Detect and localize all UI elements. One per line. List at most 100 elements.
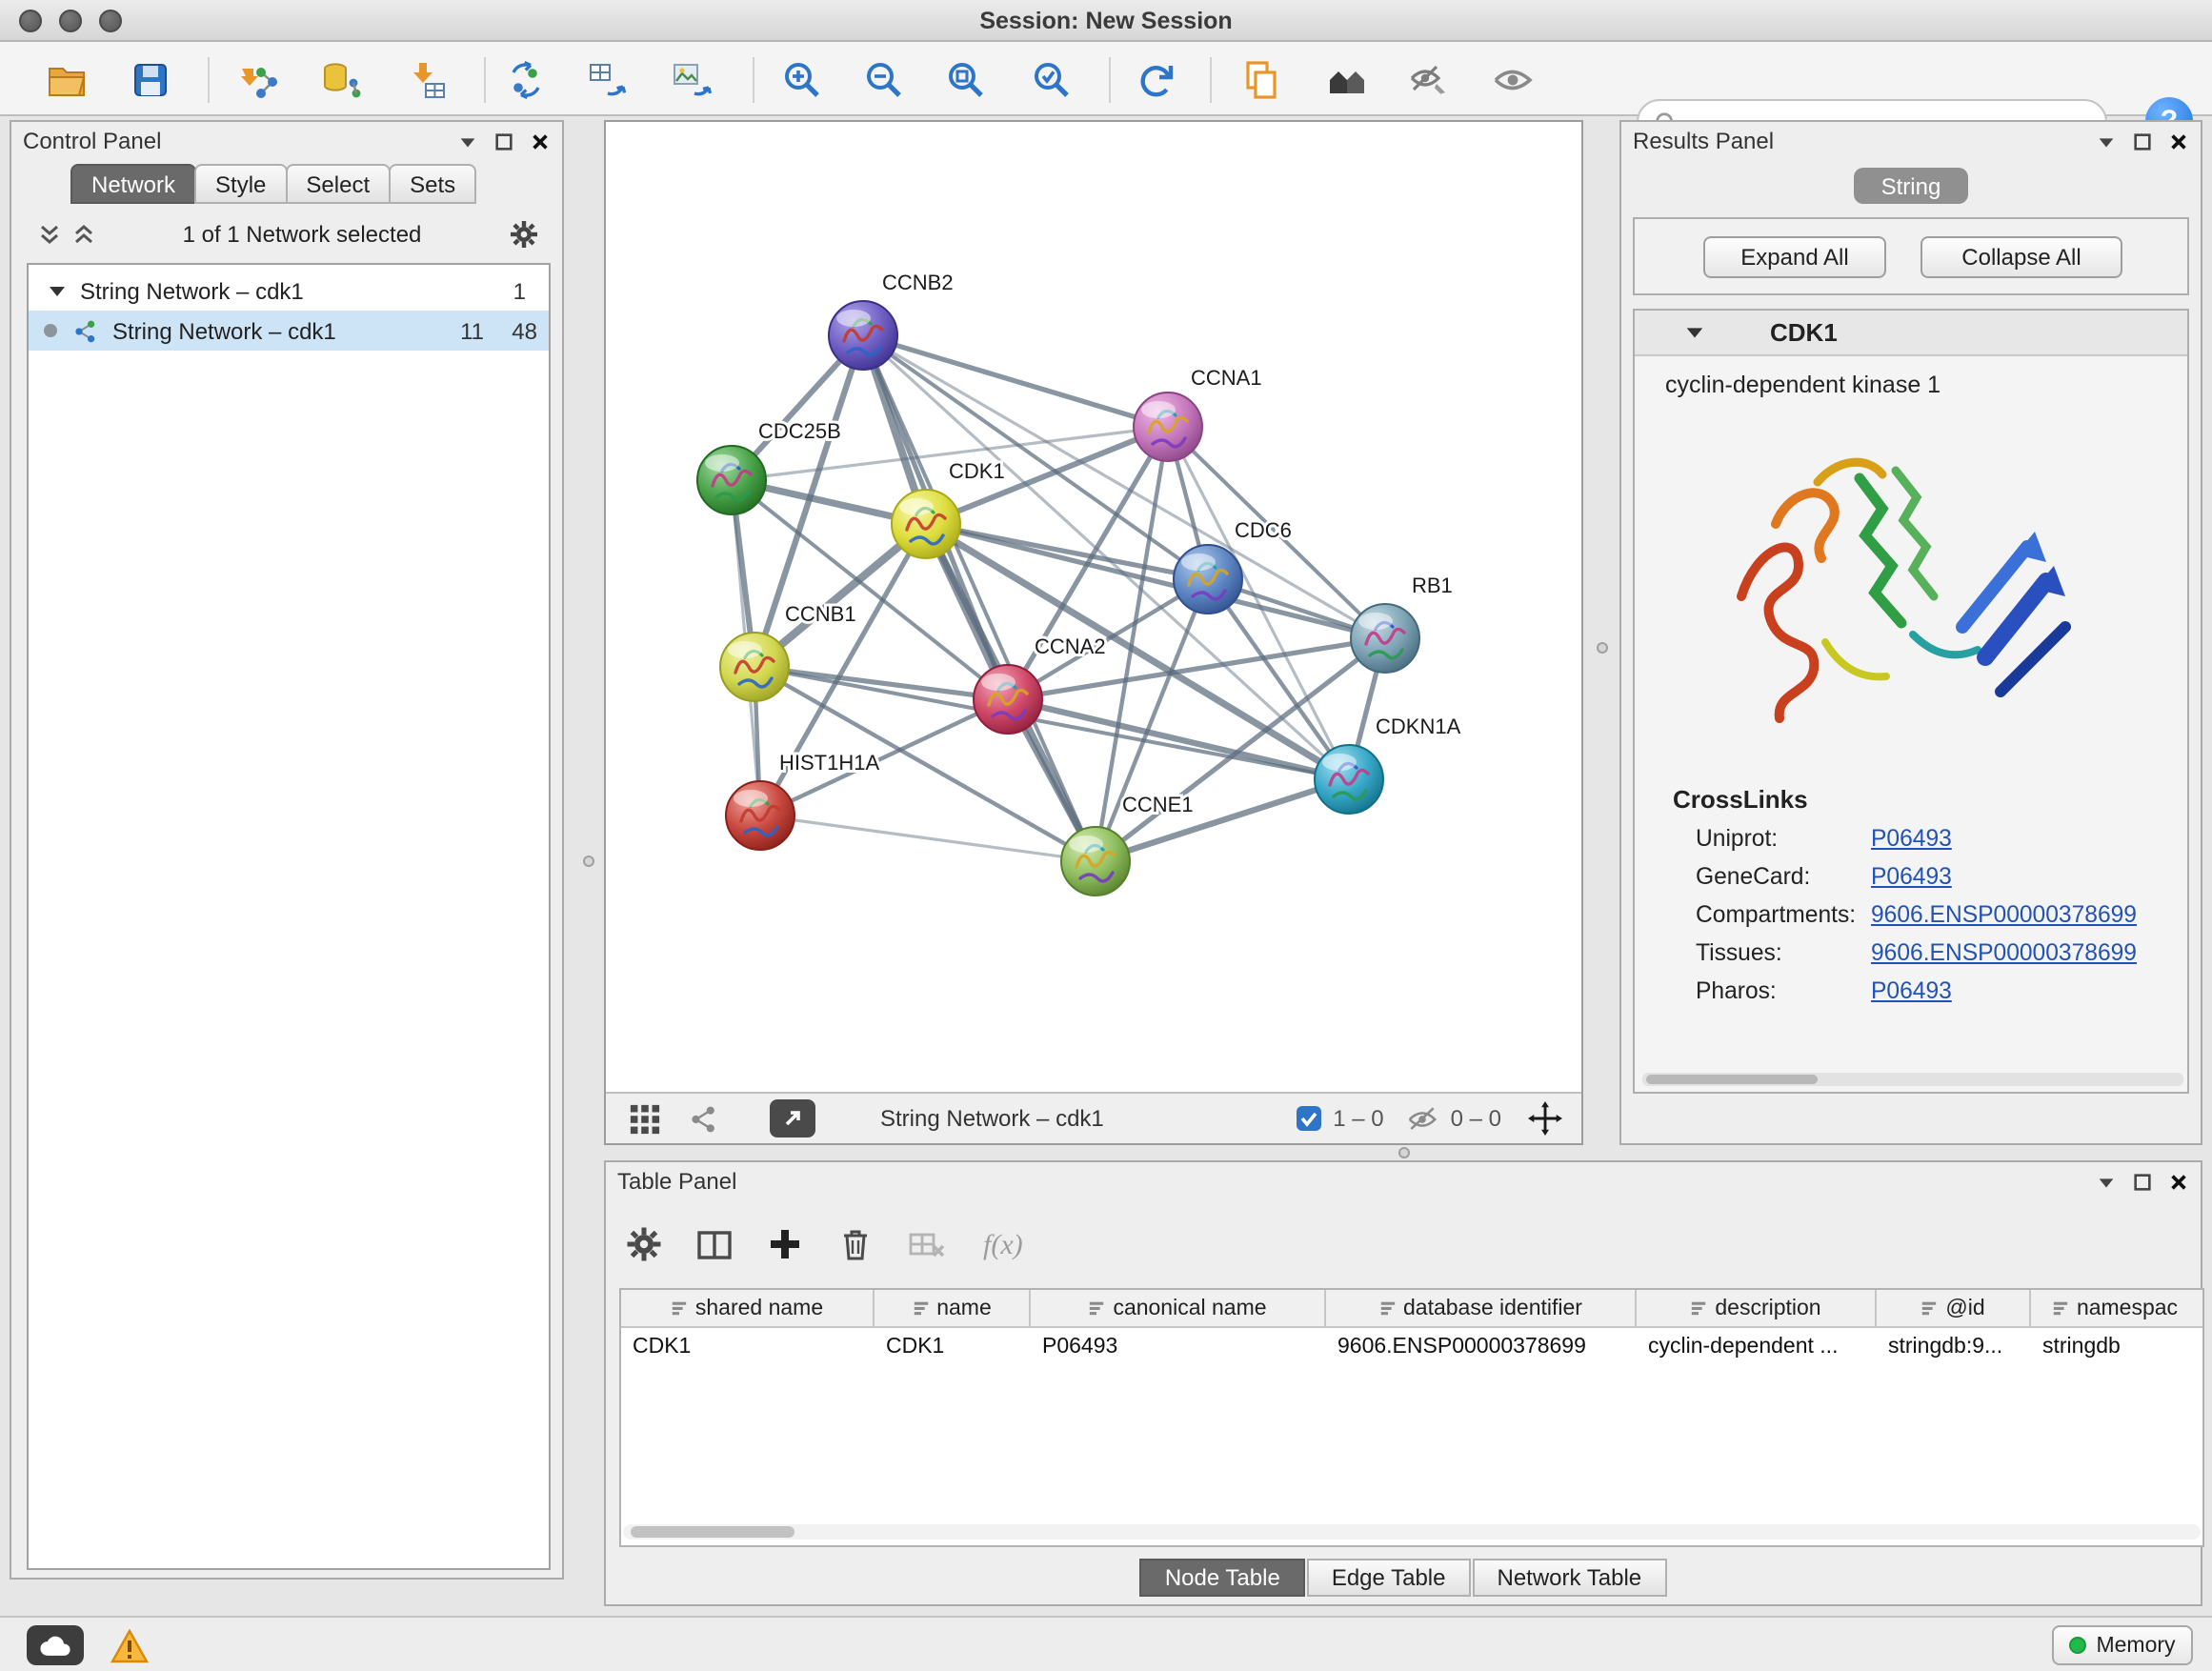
splitter-handle[interactable] <box>1597 642 1608 654</box>
column-header[interactable]: @id <box>1877 1290 2031 1326</box>
zoom-in-button[interactable] <box>777 55 827 105</box>
column-header[interactable]: canonical name <box>1031 1290 1326 1326</box>
delete-table-icon[interactable] <box>907 1225 949 1263</box>
results-hscrollbar[interactable] <box>1642 1073 2183 1086</box>
tab-style[interactable]: Style <box>194 164 287 204</box>
panel-menu-icon[interactable] <box>457 131 478 151</box>
edge-CCNB2-CCNE1[interactable] <box>863 335 1096 861</box>
tab-edge-table[interactable]: Edge Table <box>1307 1559 1471 1597</box>
panel-menu-icon[interactable] <box>2096 131 2117 151</box>
memory-button[interactable]: Memory <box>2052 1625 2193 1665</box>
tab-network-table[interactable]: Network Table <box>1473 1559 1667 1597</box>
panel-float-icon[interactable] <box>2132 1171 2153 1192</box>
network-graph[interactable]: CCNB2CCNA1CDC25BCDK1CDC6RB1CCNB1CCNA2CDK… <box>606 122 1581 1092</box>
window-zoom-button[interactable] <box>99 10 122 32</box>
table-settings-gear-icon[interactable] <box>625 1225 663 1263</box>
network-collection-row[interactable]: String Network – cdk1 1 <box>29 271 549 311</box>
network-row-selected[interactable]: String Network – cdk1 11 48 <box>29 311 549 351</box>
tab-string[interactable]: String <box>1854 168 1968 204</box>
window-minimize-button[interactable] <box>59 10 82 32</box>
add-column-icon[interactable] <box>766 1225 804 1263</box>
hide-selected-button[interactable] <box>1404 55 1454 105</box>
network-tree: String Network – cdk1 1 String Network –… <box>27 263 551 1570</box>
delete-column-trash-icon[interactable] <box>836 1225 875 1263</box>
show-graphics-details-button[interactable] <box>1488 55 1538 105</box>
tab-select[interactable]: Select <box>285 164 391 204</box>
zoom-out-button[interactable] <box>859 55 909 105</box>
column-header[interactable]: description <box>1637 1290 1877 1326</box>
duplicate-page-button[interactable] <box>1237 55 1286 105</box>
table-panel-title: Table Panel <box>617 1168 736 1195</box>
crosslink-link[interactable]: P06493 <box>1871 977 1952 1004</box>
panel-float-icon[interactable] <box>493 131 514 151</box>
table-row[interactable]: CDK1 CDK1 P06493 9606.ENSP00000378699 cy… <box>621 1328 2202 1366</box>
crosslink-link[interactable]: 9606.ENSP00000378699 <box>1871 901 2137 928</box>
panel-float-icon[interactable] <box>2132 131 2153 151</box>
detach-view-button[interactable] <box>770 1099 815 1137</box>
warnings-button[interactable] <box>107 1625 152 1665</box>
tree-disclosure-icon[interactable] <box>48 281 67 300</box>
panel-close-icon[interactable] <box>530 131 551 151</box>
expand-all-icon[interactable] <box>72 223 95 246</box>
tab-network[interactable]: Network <box>70 164 196 204</box>
cloud-status-button[interactable] <box>27 1625 84 1665</box>
crosslink-link[interactable]: P06493 <box>1871 863 1952 890</box>
crosslink-link[interactable]: P06493 <box>1871 825 1952 852</box>
column-header[interactable]: namespac <box>2031 1290 2199 1326</box>
table-hscroll-thumb[interactable] <box>631 1526 794 1538</box>
window-close-button[interactable] <box>19 10 42 32</box>
import-network-file-button[interactable] <box>234 55 284 105</box>
expand-all-button[interactable]: Expand All <box>1703 236 1886 278</box>
zoom-fit-button[interactable] <box>941 55 991 105</box>
results-panel-title: Results Panel <box>1633 128 1774 154</box>
splitter-handle[interactable] <box>583 856 594 867</box>
collapse-all-icon[interactable] <box>38 223 61 246</box>
node-table: shared name name canonical name database… <box>619 1288 2204 1547</box>
crosslink-row: GeneCard: P06493 <box>1696 863 2187 890</box>
panel-close-icon[interactable] <box>2168 1171 2189 1192</box>
refresh-view-button[interactable] <box>1132 55 1181 105</box>
protein-result-header[interactable]: CDK1 <box>1635 311 2187 356</box>
export-table-button[interactable] <box>583 55 633 105</box>
splitter-handle[interactable] <box>1398 1147 1410 1158</box>
hidden-eye-slash-icon[interactable] <box>1407 1104 1439 1133</box>
panel-close-icon[interactable] <box>2168 131 2189 151</box>
selected-checkbox-icon[interactable] <box>1295 1105 1321 1132</box>
import-table-button[interactable] <box>402 55 452 105</box>
results-hscroll-thumb[interactable] <box>1646 1075 1818 1084</box>
export-image-button[interactable] <box>667 55 716 105</box>
grid-view-icon[interactable] <box>629 1102 661 1135</box>
save-session-button[interactable] <box>126 55 175 105</box>
network-canvas[interactable]: CCNB2CCNA1CDC25BCDK1CDC6RB1CCNB1CCNA2CDK… <box>604 120 1583 1145</box>
column-sort-icon <box>671 1299 688 1317</box>
collapse-section-icon[interactable] <box>1684 322 1705 343</box>
pan-crosshair-icon[interactable] <box>1528 1101 1562 1136</box>
show-columns-icon[interactable] <box>695 1225 734 1263</box>
tab-node-table[interactable]: Node Table <box>1140 1559 1305 1597</box>
table-hscrollbar[interactable] <box>623 1524 2201 1540</box>
open-session-button[interactable] <box>42 55 91 105</box>
import-network-database-button[interactable] <box>316 55 366 105</box>
crosslink-link[interactable]: 9606.ENSP00000378699 <box>1871 939 2137 966</box>
svg-text:f(x): f(x) <box>983 1229 1023 1260</box>
column-header[interactable]: shared name <box>621 1290 875 1326</box>
edge-CCNA2-CDKN1A[interactable] <box>1008 699 1349 779</box>
share-view-icon[interactable] <box>688 1102 720 1135</box>
column-header[interactable]: database identifier <box>1326 1290 1637 1326</box>
column-sort-icon <box>1920 1299 1938 1317</box>
export-network-button[interactable] <box>501 55 551 105</box>
edge-CCNE1-HIST1H1A[interactable] <box>760 815 1096 861</box>
column-header[interactable]: name <box>875 1290 1031 1326</box>
edge-CCNB2-CCNA1[interactable] <box>863 335 1168 427</box>
collapse-all-button[interactable]: Collapse All <box>1920 236 2122 278</box>
edge-CCNB2-RB1[interactable] <box>863 335 1385 638</box>
export-image-icon <box>669 57 714 103</box>
function-builder-icon[interactable]: f(x) <box>981 1225 1038 1263</box>
gear-icon[interactable] <box>509 219 539 250</box>
edge-CCNB1-CCNA2[interactable] <box>754 667 1008 699</box>
panel-menu-icon[interactable] <box>2096 1171 2117 1192</box>
edge-CCNE1-CDKN1A[interactable] <box>1096 779 1349 861</box>
tab-sets[interactable]: Sets <box>389 164 476 204</box>
zoom-selected-button[interactable] <box>1027 55 1076 105</box>
string-home-button[interactable] <box>1322 55 1372 105</box>
